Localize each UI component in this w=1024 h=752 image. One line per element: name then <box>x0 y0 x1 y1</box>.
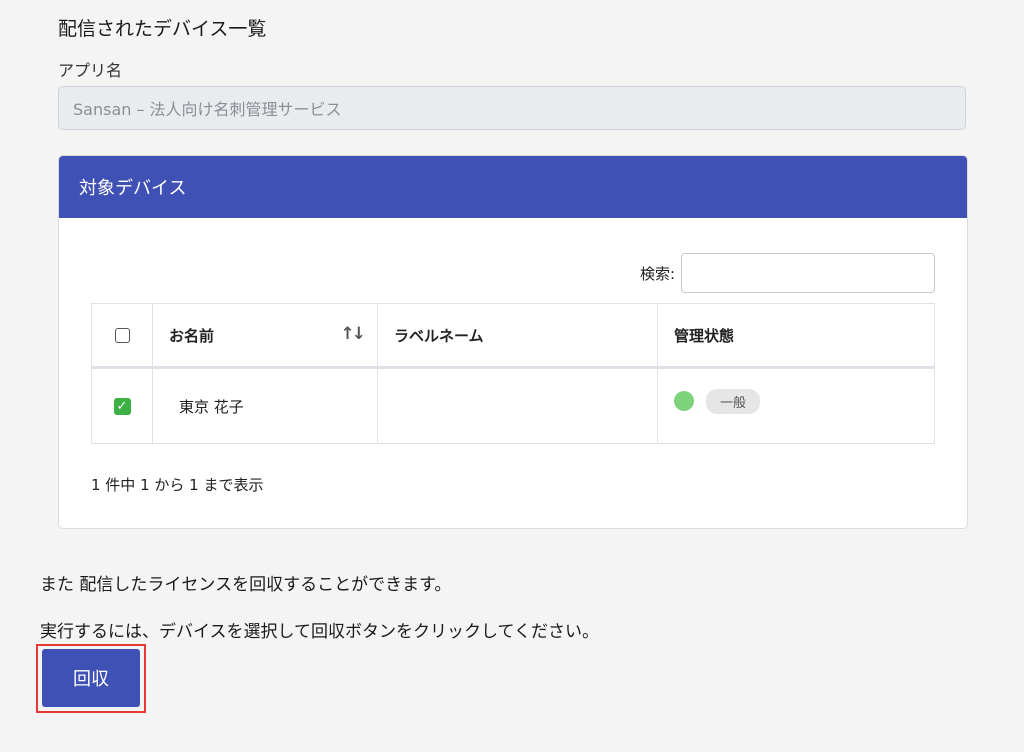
table-row[interactable]: ✓ 東京 花子 一般 <box>91 367 935 444</box>
status-badge: 一般 <box>706 388 761 414</box>
target-devices-card: 対象デバイス 検索: お名前 ↑↓ ラベルネーム 管理状態 ✓ 東京 花子 一般… <box>58 155 968 529</box>
status-cell: 一般 <box>657 367 935 444</box>
column-header-name[interactable]: お名前 ↑↓ <box>152 303 378 369</box>
column-header-status: 管理状態 <box>657 303 935 369</box>
column-header-status-label: 管理状態 <box>674 326 735 345</box>
section-title: 配信されたデバイス一覧 <box>58 18 267 40</box>
label-name-cell <box>377 367 658 444</box>
column-header-name-label: お名前 <box>169 326 215 345</box>
select-all-checkbox[interactable] <box>114 328 130 343</box>
devices-table: お名前 ↑↓ ラベルネーム 管理状態 ✓ 東京 花子 一般 <box>91 303 935 444</box>
status-wrap: 一般 <box>674 388 918 414</box>
app-name-field <box>58 86 966 130</box>
card-title: 対象デバイス <box>79 178 187 199</box>
column-header-label-name-label: ラベルネーム <box>394 326 484 345</box>
table-info: 1 件中 1 から 1 まで表示 <box>91 476 264 494</box>
table-header-row: お名前 ↑↓ ラベルネーム 管理状態 <box>91 303 935 369</box>
status-dot-icon <box>674 391 694 411</box>
device-name-cell: 東京 花子 <box>152 367 378 444</box>
row-checkbox-checked[interactable]: ✓ <box>113 398 131 415</box>
card-header: 対象デバイス <box>59 156 967 218</box>
column-header-label-name: ラベルネーム <box>377 303 658 369</box>
search-label: 検索: <box>639 264 675 283</box>
search-input[interactable] <box>681 253 935 293</box>
page: 配信されたデバイス一覧 アプリ名 対象デバイス 検索: お名前 ↑↓ <box>0 0 1024 752</box>
note-line-2: 実行するには、デバイスを選択して回収ボタンをクリックしてください。 <box>40 622 599 642</box>
search-row: 検索: <box>640 253 935 293</box>
select-all-header <box>91 303 153 369</box>
sort-icon[interactable]: ↑↓ <box>341 324 366 344</box>
revoke-button[interactable]: 回収 <box>42 649 140 707</box>
note-line-1: また 配信したライセンスを回収することができます。 <box>40 575 452 595</box>
app-name-label: アプリ名 <box>58 61 123 80</box>
row-check-cell: ✓ <box>91 367 153 444</box>
